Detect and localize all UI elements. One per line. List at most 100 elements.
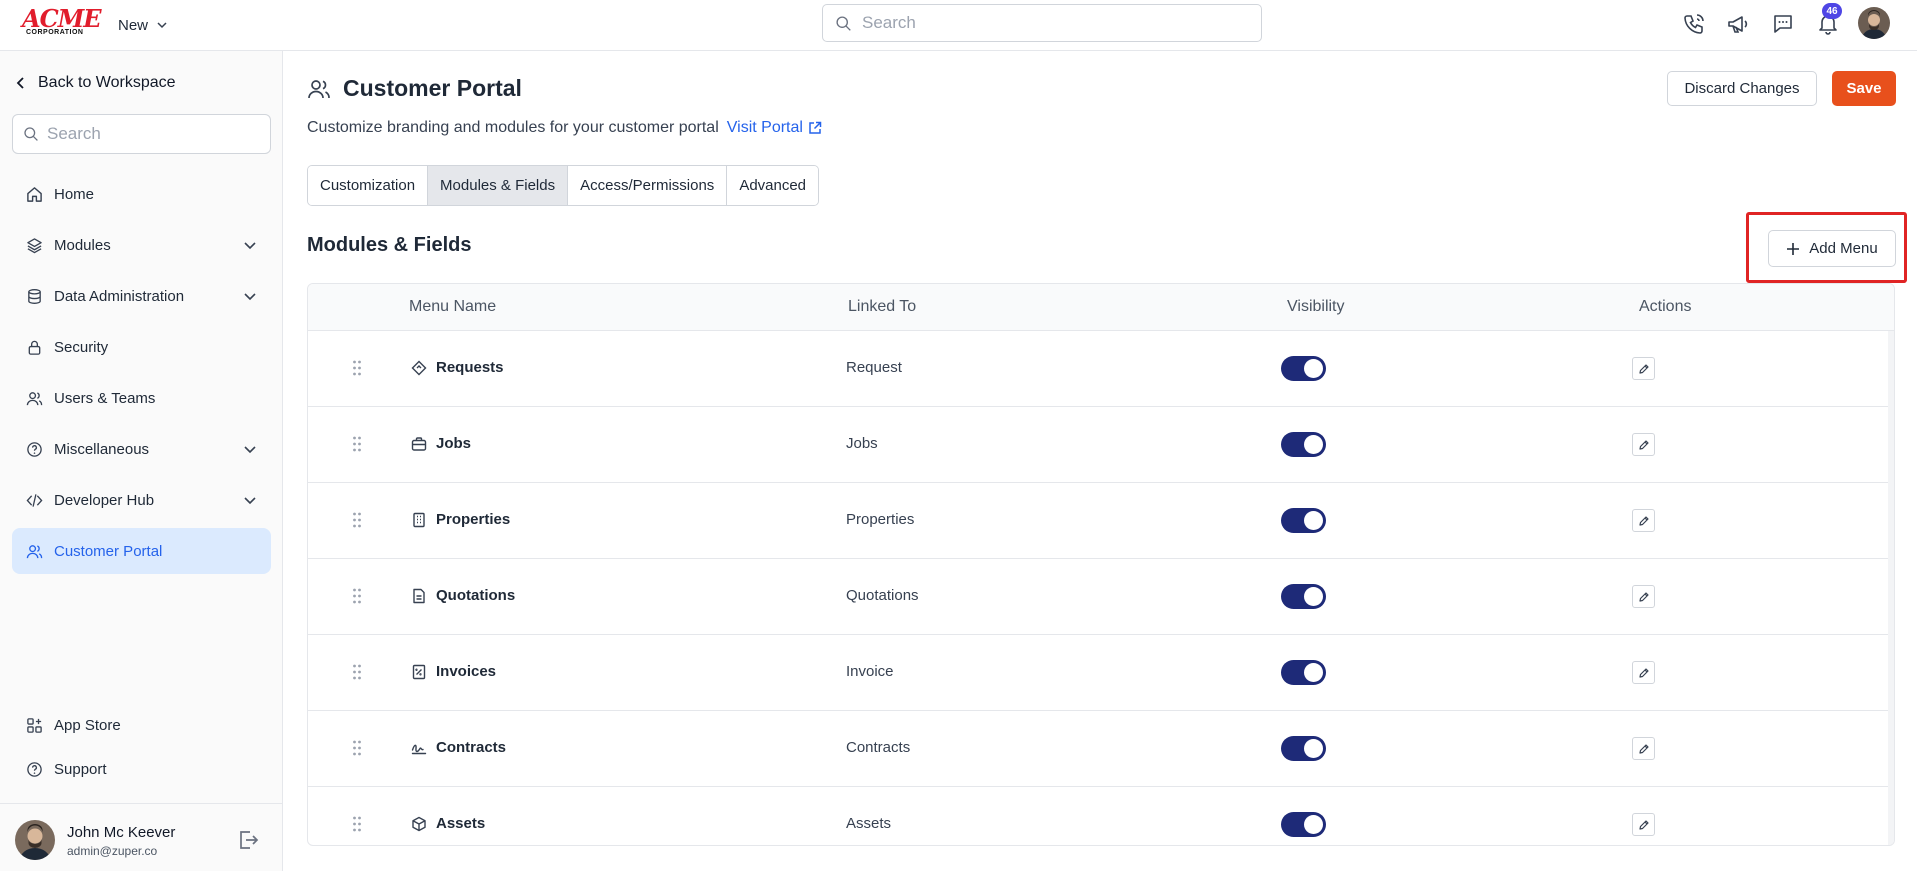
tab-advanced[interactable]: Advanced [727,166,819,205]
edit-button[interactable] [1632,813,1655,836]
column-header-menu-name[interactable]: Menu Name [409,298,496,316]
linked-to: Properties [846,511,915,528]
sidebar-item-support[interactable]: Support [12,749,271,789]
sidebar-item-label: Users & Teams [54,389,156,407]
pencil-icon [1638,743,1649,754]
modules-table: Menu Name Linked To Visibility Actions R… [307,283,1895,846]
page-title-text: Customer Portal [343,75,522,101]
sidebar-item-label: Developer Hub [54,491,155,509]
sidebar-item-data-administration[interactable]: Data Administration [12,273,271,319]
help-circle-icon [27,441,42,457]
column-header-visibility[interactable]: Visibility [1287,298,1345,316]
users-icon [26,544,43,558]
visibility-toggle[interactable] [1281,356,1326,381]
drag-handle-icon[interactable] [352,587,362,605]
chevron-down-icon [244,446,256,454]
drag-handle-icon[interactable] [352,663,362,681]
visit-portal-link[interactable]: Visit Portal [727,119,822,137]
edit-button[interactable] [1632,433,1655,456]
logout-icon[interactable] [236,828,260,852]
sidebar-item-developer-hub[interactable]: Developer Hub [12,477,271,523]
users-icon [308,79,330,98]
external-link-icon [809,121,822,134]
drag-handle-icon[interactable] [352,739,362,757]
tab-modules-fields[interactable]: Modules & Fields [428,166,569,205]
sidebar-item-modules[interactable]: Modules [12,222,271,268]
page-title: Customer Portal [307,75,522,102]
phone-button[interactable] [1680,10,1708,38]
linked-to: Contracts [846,739,911,756]
chevron-down-icon [244,497,256,505]
table-row: Properties Properties [308,483,1888,559]
sidebar-item-app-store[interactable]: App Store [12,705,271,745]
announcements-button[interactable] [1724,10,1752,38]
save-button[interactable]: Save [1832,71,1896,106]
edit-button[interactable] [1632,585,1655,608]
settings-tabs: Customization Modules & Fields Access/Pe… [307,165,820,206]
chevron-down-icon [244,293,256,301]
sidebar-item-miscellaneous[interactable]: Miscellaneous [12,426,271,472]
layers-icon [27,237,42,253]
visibility-toggle[interactable] [1281,660,1326,685]
search-icon [24,127,38,141]
global-search-input[interactable] [862,13,1242,33]
global-search[interactable] [822,4,1262,42]
visibility-toggle[interactable] [1281,736,1326,761]
tab-customization[interactable]: Customization [308,166,429,205]
company-logo[interactable]: ACME CORPORATION [22,4,102,38]
back-to-workspace-link[interactable]: Back to Workspace [14,71,176,95]
table-scrollbar[interactable] [1888,331,1894,845]
user-avatar[interactable] [1858,7,1890,39]
code-icon [26,493,43,507]
chat-button[interactable] [1769,10,1797,38]
drag-handle-icon[interactable] [352,815,362,833]
edit-button[interactable] [1632,509,1655,532]
menu-name: Contracts [436,739,507,756]
briefcase-icon [411,437,427,451]
database-icon [28,288,41,304]
column-header-linked-to[interactable]: Linked To [848,298,916,316]
sidebar-item-home[interactable]: Home [12,171,271,217]
visibility-toggle[interactable] [1281,812,1326,837]
pencil-icon [1638,439,1649,450]
pencil-icon [1638,363,1649,374]
pencil-icon [1638,515,1649,526]
main-content: Customer Portal Customize branding and m… [283,51,1917,871]
sidebar-item-label: Security [54,338,109,356]
receipt-icon [412,664,426,680]
sidebar-search-input[interactable] [47,124,257,144]
discard-changes-button[interactable]: Discard Changes [1667,71,1817,106]
visibility-toggle[interactable] [1281,432,1326,457]
table-row: Jobs Jobs [308,407,1888,483]
search-icon [836,15,851,31]
table-row: Quotations Quotations [308,559,1888,635]
drag-handle-icon[interactable] [352,511,362,529]
new-dropdown-button[interactable]: New [118,13,168,37]
sidebar-search[interactable] [12,114,271,154]
drag-handle-icon[interactable] [352,359,362,377]
linked-to: Invoice [846,663,894,680]
sidebar-item-users-teams[interactable]: Users & Teams [12,375,271,421]
edit-button[interactable] [1632,357,1655,380]
home-icon [27,186,42,202]
document-icon [413,588,425,604]
linked-to: Assets [846,815,892,832]
sidebar-item-label: Customer Portal [54,542,163,560]
drag-handle-icon[interactable] [352,435,362,453]
pencil-icon [1638,667,1649,678]
page-subtitle: Customize branding and modules for your … [307,119,822,137]
visibility-toggle[interactable] [1281,508,1326,533]
lock-icon [28,340,41,355]
visibility-toggle[interactable] [1281,584,1326,609]
tab-access-permissions[interactable]: Access/Permissions [568,166,728,205]
phone-icon [1684,14,1704,34]
add-menu-button[interactable]: Add Menu [1768,230,1896,267]
avatar[interactable] [15,820,55,860]
menu-name: Jobs [436,435,472,452]
edit-button[interactable] [1632,737,1655,760]
edit-button[interactable] [1632,661,1655,684]
diamond-icon [411,360,427,376]
linked-to: Jobs [846,435,878,452]
sidebar-item-security[interactable]: Security [12,324,271,370]
sidebar-item-customer-portal[interactable]: Customer Portal [12,528,271,574]
